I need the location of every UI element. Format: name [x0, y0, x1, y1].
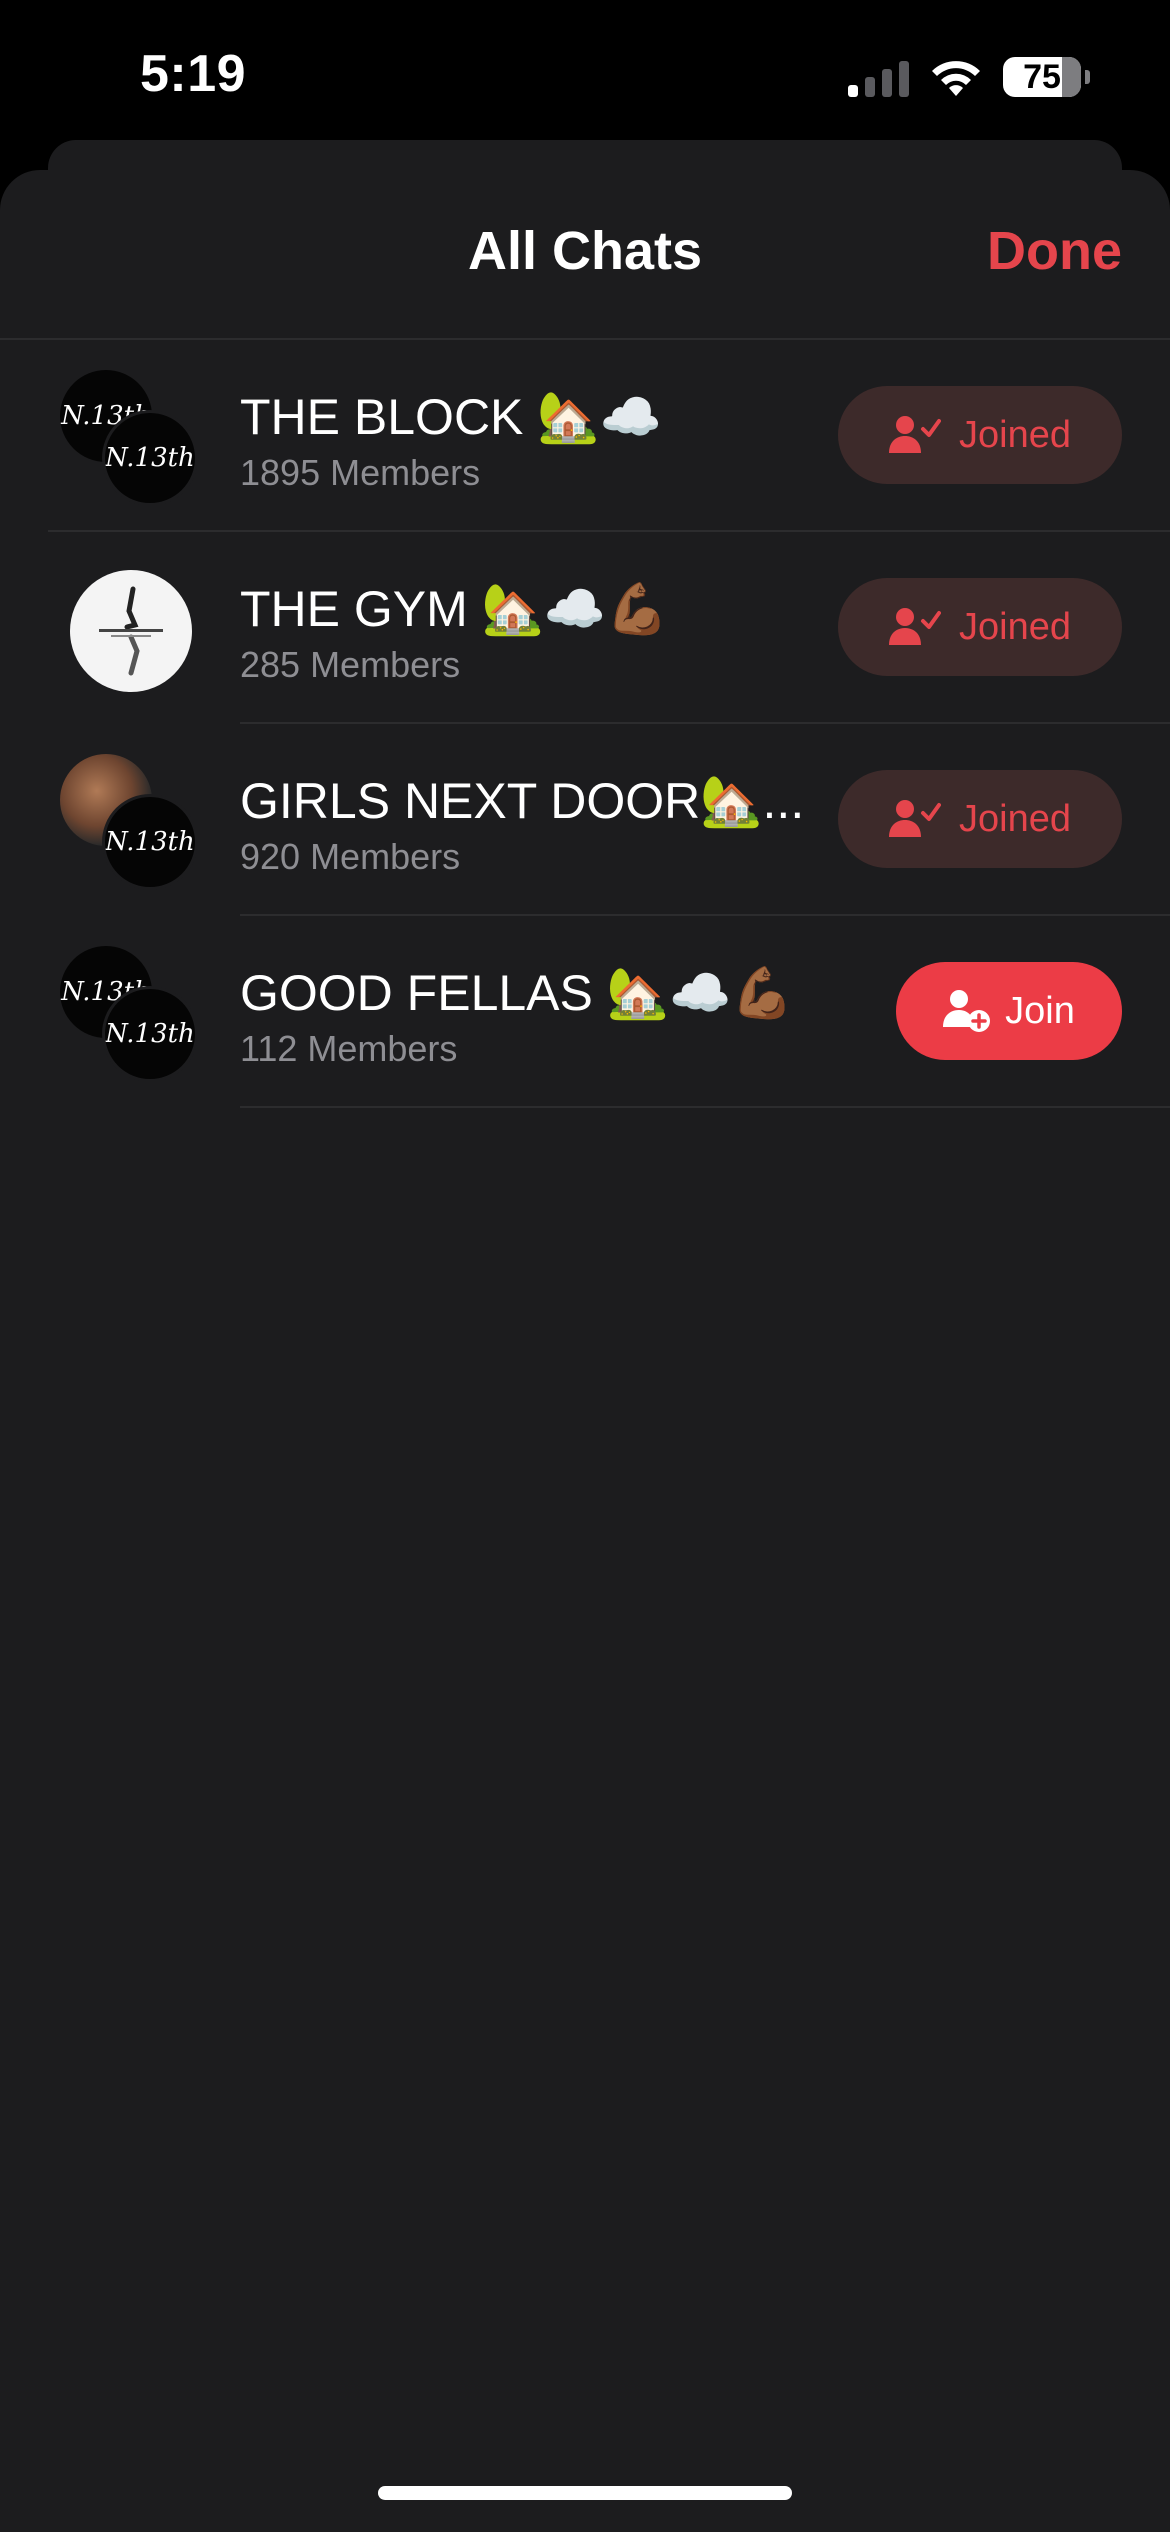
- battery-icon: 75: [1003, 57, 1081, 97]
- avatar-logo: N.13th: [102, 794, 198, 890]
- avatar-image: [70, 570, 192, 692]
- person-check-icon: [889, 416, 941, 453]
- joined-label: Joined: [959, 605, 1071, 648]
- chat-name: THE GYM 🏡☁️💪🏾: [240, 581, 669, 637]
- avatar-logo: N.13th: [102, 410, 198, 506]
- chat-row-girls-next-door[interactable]: N.13th GIRLS NEXT DOOR🏡... 920 Members J…: [0, 724, 1170, 916]
- group-avatar: [60, 562, 200, 702]
- status-indicators: 75: [848, 52, 1090, 102]
- join-button[interactable]: Join: [896, 962, 1122, 1060]
- hands-image-icon: [99, 586, 163, 676]
- chat-row-the-block[interactable]: N.13th N.13th THE BLOCK 🏡☁️ 1895 Members…: [0, 340, 1170, 532]
- chat-name: GIRLS NEXT DOOR🏡...: [240, 773, 805, 829]
- group-avatar: N.13th N.13th: [60, 370, 200, 510]
- chat-row-the-gym[interactable]: THE GYM 🏡☁️💪🏾 285 Members Joined: [0, 532, 1170, 724]
- member-count: 285 Members: [240, 644, 461, 685]
- member-count: 112 Members: [240, 1028, 458, 1069]
- group-avatar: N.13th N.13th: [60, 946, 200, 1086]
- avatar-logo: N.13th: [102, 986, 198, 1082]
- chat-row-good-fellas[interactable]: N.13th N.13th GOOD FELLAS 🏡☁️💪🏾 112 Memb…: [0, 916, 1170, 1108]
- joined-button[interactable]: Joined: [838, 578, 1122, 676]
- battery-cap: [1085, 70, 1090, 84]
- chat-list: N.13th N.13th THE BLOCK 🏡☁️ 1895 Members…: [0, 340, 1170, 1108]
- joined-label: Joined: [959, 797, 1071, 840]
- battery-level: 75: [1023, 57, 1061, 96]
- chat-name: GOOD FELLAS 🏡☁️💪🏾: [240, 965, 794, 1021]
- joined-button[interactable]: Joined: [838, 386, 1122, 484]
- cellular-signal-icon: [848, 57, 909, 97]
- group-avatar: N.13th: [60, 754, 200, 894]
- all-chats-sheet: All Chats Done N.13th N.13th THE BLOCK 🏡…: [0, 170, 1170, 2532]
- status-time: 5:19: [140, 45, 247, 103]
- person-check-icon: [889, 608, 941, 645]
- person-check-icon: [889, 800, 941, 837]
- sheet-header: All Chats Done: [0, 170, 1170, 340]
- home-indicator[interactable]: [378, 2486, 792, 2500]
- person-add-icon: [943, 990, 991, 1032]
- member-count: 920 Members: [240, 836, 461, 877]
- joined-label: Joined: [959, 413, 1071, 456]
- joined-button[interactable]: Joined: [838, 770, 1122, 868]
- status-bar: 5:19 75: [0, 0, 1170, 150]
- chat-name: THE BLOCK 🏡☁️: [240, 389, 662, 445]
- join-label: Join: [1005, 989, 1075, 1032]
- member-count: 1895 Members: [240, 452, 481, 493]
- wifi-icon: [932, 61, 980, 96]
- done-button[interactable]: Done: [987, 220, 1122, 282]
